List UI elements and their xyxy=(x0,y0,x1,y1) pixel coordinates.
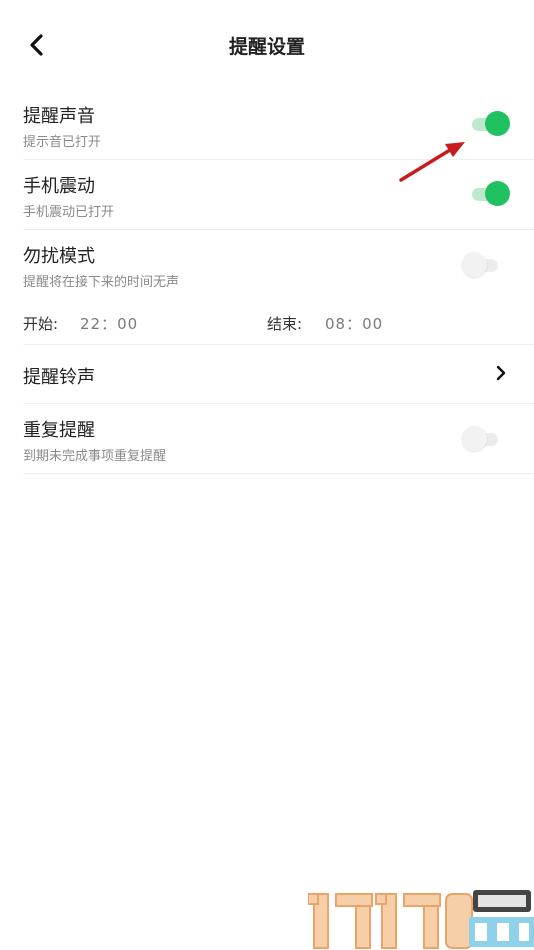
toggle-knob xyxy=(485,181,510,206)
ringtone-title: 提醒铃声 xyxy=(23,367,95,388)
page-title: 提醒设置 xyxy=(228,36,305,58)
watermark-logo-icon xyxy=(308,890,534,949)
dnd-title: 勿扰模式 xyxy=(23,246,95,267)
dnd-toggle[interactable] xyxy=(462,252,500,278)
dnd-start-time[interactable]: 22：00 xyxy=(80,313,138,334)
dnd-subtitle: 提醒将在接下来的时间无声 xyxy=(23,275,180,290)
setting-row-dnd: 勿扰模式 提醒将在接下来的时间无声 开始: 22：00 结束: 08：00 xyxy=(23,230,534,345)
vibrate-subtitle: 手机震动已打开 xyxy=(23,205,115,220)
setting-row-repeat: 重复提醒 到期未完成事项重复提醒 xyxy=(23,404,534,474)
toggle-knob xyxy=(462,426,487,451)
sound-subtitle: 提示音已打开 xyxy=(23,135,102,150)
repeat-title: 重复提醒 xyxy=(23,420,95,441)
toggle-knob xyxy=(485,111,510,136)
repeat-subtitle: 到期未完成事项重复提醒 xyxy=(23,449,167,464)
sound-toggle[interactable] xyxy=(472,111,510,137)
header-bar: 提醒设置 xyxy=(0,0,534,90)
sound-title: 提醒声音 xyxy=(23,106,95,127)
annotation-arrow-icon xyxy=(399,142,465,182)
dnd-start-label: 开始: xyxy=(23,315,59,333)
ringtone-chevron[interactable] xyxy=(494,364,508,386)
dnd-end-time[interactable]: 08：00 xyxy=(325,313,383,334)
dnd-end-label: 结束: xyxy=(267,315,303,333)
repeat-toggle[interactable] xyxy=(462,426,500,452)
chevron-right-icon xyxy=(496,365,506,381)
toggle-knob xyxy=(462,252,487,277)
vibrate-toggle[interactable] xyxy=(472,181,510,207)
vibrate-title: 手机震动 xyxy=(23,176,95,197)
setting-row-ringtone[interactable]: 提醒铃声 xyxy=(23,345,534,404)
